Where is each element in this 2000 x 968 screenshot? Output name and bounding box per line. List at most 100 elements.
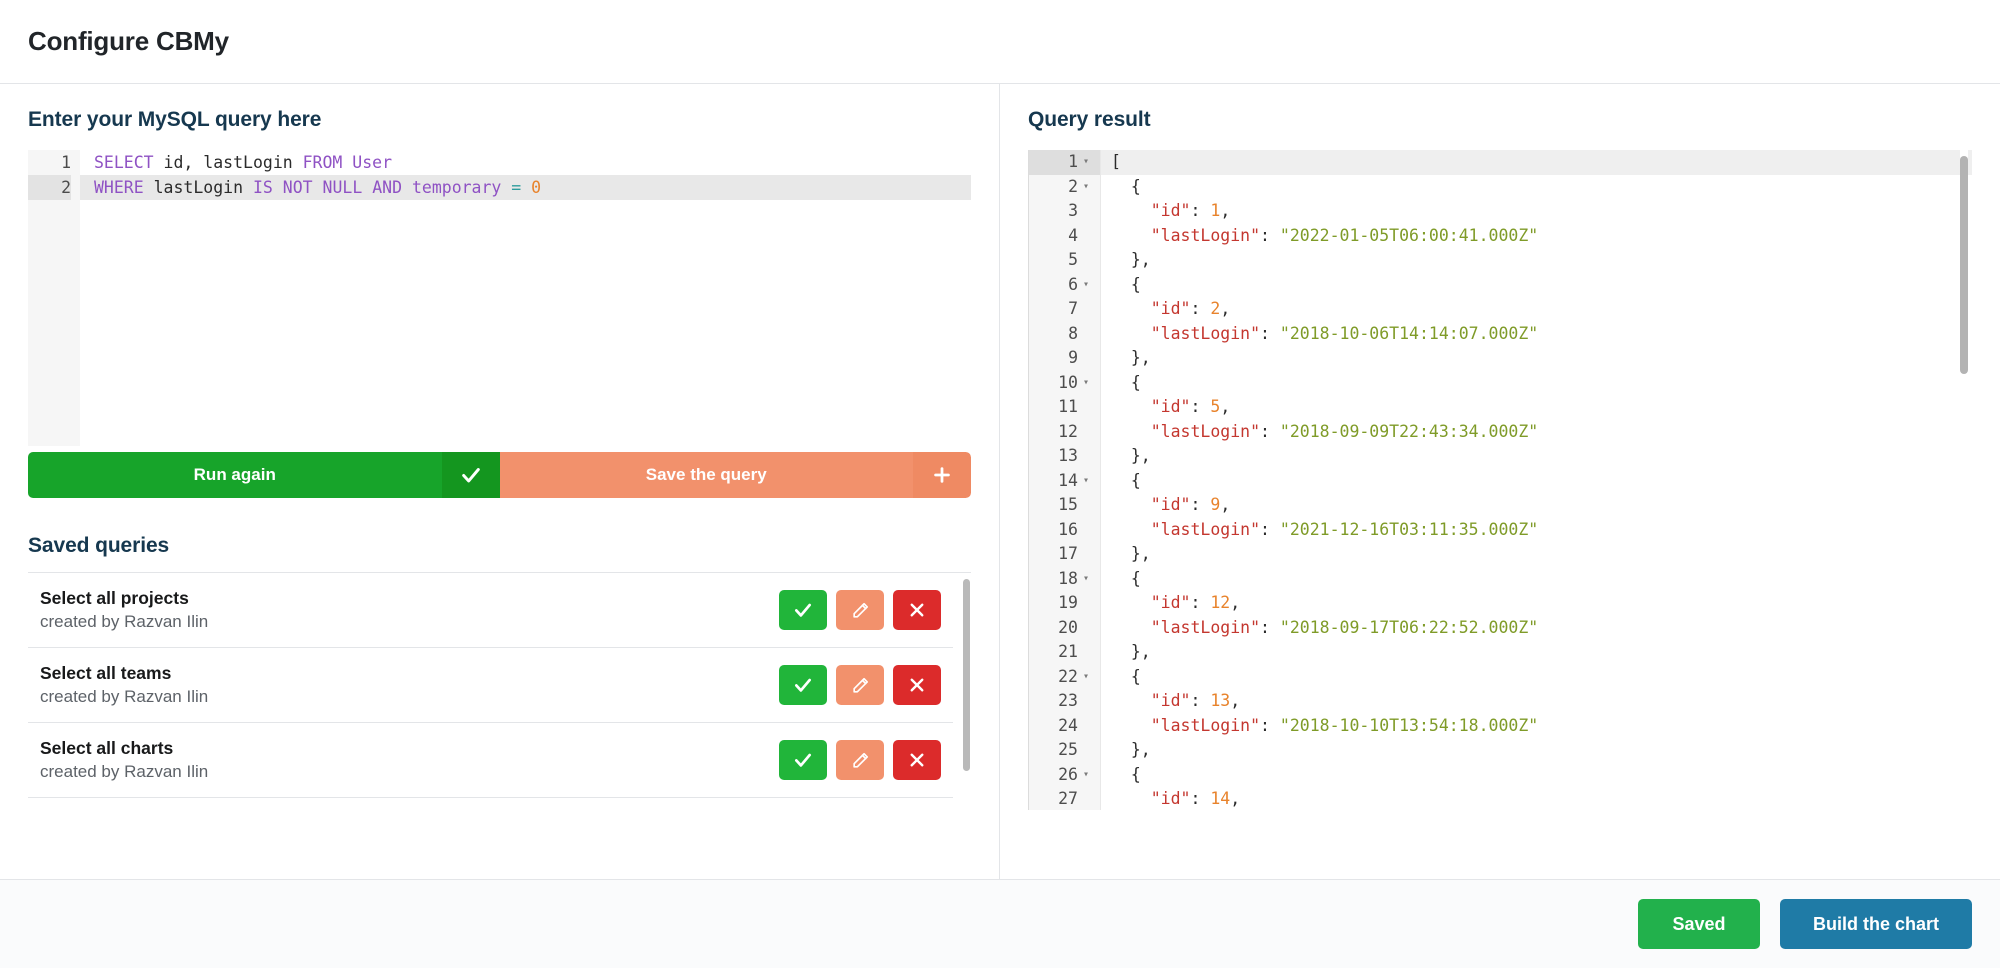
query-action-row: Run again Save the query <box>28 452 971 498</box>
saved-query-actions <box>779 740 941 780</box>
select-query-button[interactable] <box>779 665 827 705</box>
saved-query-author: created by Razvan Ilin <box>40 687 208 707</box>
page-header: Configure CBMy <box>0 0 2000 84</box>
json-line: }, <box>1101 444 1972 469</box>
sql-line: WHERE lastLogin IS NOT NULL AND temporar… <box>80 175 971 200</box>
json-line: "lastLogin": "2018-09-17T06:22:52.000Z" <box>1101 616 1972 641</box>
select-query-button[interactable] <box>779 590 827 630</box>
json-line-number: 8▾ <box>1029 322 1100 347</box>
json-line: }, <box>1101 346 1972 371</box>
json-line-number: 18▾ <box>1029 567 1100 592</box>
json-result-viewer[interactable]: 1▾2▾3▾4▾5▾6▾7▾8▾9▾10▾11▾12▾13▾14▾15▾16▾1… <box>1028 150 1972 810</box>
sql-gutter: 1 2 <box>28 150 80 446</box>
chevron-down-icon[interactable]: ▾ <box>1083 150 1092 175</box>
saved-query-texts: Select all charts created by Razvan Ilin <box>40 738 208 782</box>
page-footer: Saved Build the chart <box>0 880 2000 968</box>
result-pane: Query result 1▾2▾3▾4▾5▾6▾7▾8▾9▾10▾11▾12▾… <box>1000 84 2000 879</box>
edit-query-button[interactable] <box>836 590 884 630</box>
saved-query-name: Select all projects <box>40 588 208 609</box>
chevron-down-icon[interactable]: ▾ <box>1083 763 1092 788</box>
saved-query-texts: Select all projects created by Razvan Il… <box>40 588 208 632</box>
json-line: { <box>1101 763 1972 788</box>
saved-query-name: Select all teams <box>40 663 208 684</box>
plus-icon[interactable] <box>913 452 971 498</box>
delete-query-button[interactable] <box>893 740 941 780</box>
chevron-down-icon[interactable]: ▾ <box>1083 567 1092 592</box>
chevron-down-icon[interactable]: ▾ <box>1083 273 1092 298</box>
page-body: Enter your MySQL query here 1 2 SELECT i… <box>0 84 2000 880</box>
json-line-number: 3▾ <box>1029 199 1100 224</box>
saved-queries-list: Select all projects created by Razvan Il… <box>28 573 971 798</box>
json-code-area[interactable]: [ { "id": 1, "lastLogin": "2022-01-05T06… <box>1101 150 1972 810</box>
chevron-down-icon[interactable]: ▾ <box>1083 665 1092 690</box>
json-line: "lastLogin": "2022-01-05T06:00:41.000Z" <box>1101 224 1972 249</box>
chevron-down-icon[interactable]: ▾ <box>1083 175 1092 200</box>
saved-queries-list-container: Select all projects created by Razvan Il… <box>28 572 971 812</box>
list-item[interactable]: Select all charts created by Razvan Ilin <box>28 723 953 798</box>
run-again-button[interactable]: Run again <box>28 452 442 498</box>
sql-line-number: 1 <box>28 150 71 175</box>
json-line-number: 22▾ <box>1029 665 1100 690</box>
saved-query-author: created by Razvan Ilin <box>40 762 208 782</box>
json-line-number: 4▾ <box>1029 224 1100 249</box>
json-line: { <box>1101 371 1972 396</box>
json-line: "lastLogin": "2021-12-16T03:11:35.000Z" <box>1101 518 1972 543</box>
json-line: "id": 2, <box>1101 297 1972 322</box>
delete-query-button[interactable] <box>893 590 941 630</box>
json-line-number: 17▾ <box>1029 542 1100 567</box>
json-line-number: 16▾ <box>1029 518 1100 543</box>
edit-query-button[interactable] <box>836 740 884 780</box>
json-line: { <box>1101 273 1972 298</box>
chevron-down-icon[interactable]: ▾ <box>1083 371 1092 396</box>
json-line: "id": 13, <box>1101 689 1972 714</box>
json-line-number: 21▾ <box>1029 640 1100 665</box>
select-query-button[interactable] <box>779 740 827 780</box>
json-scrollbar[interactable] <box>1960 156 1968 374</box>
json-line: "lastLogin": "2018-10-10T13:54:18.000Z" <box>1101 714 1972 739</box>
json-line: "id": 1, <box>1101 199 1972 224</box>
saved-query-actions <box>779 665 941 705</box>
json-line-number: 23▾ <box>1029 689 1100 714</box>
json-line: "lastLogin": "2018-10-06T14:14:07.000Z" <box>1101 322 1972 347</box>
json-line-number: 27▾ <box>1029 787 1100 810</box>
check-icon[interactable] <box>442 452 500 498</box>
json-line: }, <box>1101 640 1972 665</box>
saved-queries-title: Saved queries <box>28 534 971 558</box>
json-line-number: 19▾ <box>1029 591 1100 616</box>
configure-chart-page: Configure CBMy Enter your MySQL query he… <box>0 0 2000 968</box>
json-line-number: 12▾ <box>1029 420 1100 445</box>
json-line: { <box>1101 469 1972 494</box>
json-line-number: 6▾ <box>1029 273 1100 298</box>
edit-query-button[interactable] <box>836 665 884 705</box>
json-line-number: 10▾ <box>1029 371 1100 396</box>
json-line: }, <box>1101 248 1972 273</box>
json-line: "id": 14, <box>1101 787 1972 810</box>
sql-line-number: 2 <box>28 175 71 200</box>
query-pane: Enter your MySQL query here 1 2 SELECT i… <box>0 84 1000 879</box>
saved-query-author: created by Razvan Ilin <box>40 612 208 632</box>
chevron-down-icon[interactable]: ▾ <box>1083 469 1092 494</box>
build-chart-button[interactable]: Build the chart <box>1780 899 1972 949</box>
json-line: "lastLogin": "2018-09-09T22:43:34.000Z" <box>1101 420 1972 445</box>
json-line-number: 9▾ <box>1029 346 1100 371</box>
saved-queries-scrollbar[interactable] <box>963 579 970 771</box>
saved-query-name: Select all charts <box>40 738 208 759</box>
json-line-number: 24▾ <box>1029 714 1100 739</box>
json-line: "id": 5, <box>1101 395 1972 420</box>
json-line-number: 13▾ <box>1029 444 1100 469</box>
json-line-number: 2▾ <box>1029 175 1100 200</box>
list-item[interactable]: Select all teams created by Razvan Ilin <box>28 648 953 723</box>
sql-code-area[interactable]: SELECT id, lastLogin FROM User WHERE las… <box>80 150 971 446</box>
save-query-button[interactable]: Save the query <box>500 452 914 498</box>
saved-query-texts: Select all teams created by Razvan Ilin <box>40 663 208 707</box>
page-title: Configure CBMy <box>28 26 229 57</box>
json-line: "id": 12, <box>1101 591 1972 616</box>
list-item[interactable]: Select all projects created by Razvan Il… <box>28 573 953 648</box>
query-editor-title: Enter your MySQL query here <box>28 108 971 132</box>
sql-editor[interactable]: 1 2 SELECT id, lastLogin FROM User WHERE… <box>28 150 971 446</box>
saved-query-actions <box>779 590 941 630</box>
json-line: }, <box>1101 542 1972 567</box>
saved-status-button[interactable]: Saved <box>1638 899 1760 949</box>
json-line: [ <box>1101 150 1972 175</box>
delete-query-button[interactable] <box>893 665 941 705</box>
